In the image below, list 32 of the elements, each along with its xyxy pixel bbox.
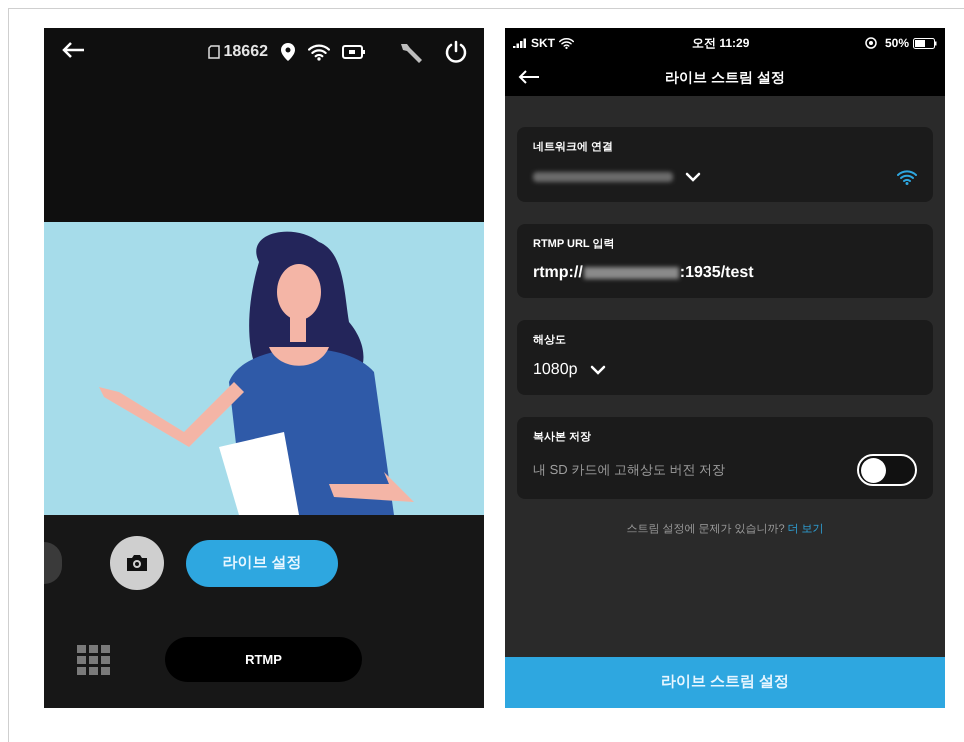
camera-button[interactable] bbox=[110, 536, 164, 590]
toggle-switch[interactable] bbox=[857, 454, 917, 486]
more-link[interactable]: 더 보기 bbox=[788, 523, 824, 535]
carrier-name: SKT bbox=[531, 35, 555, 52]
rtmp-url-field[interactable]: rtmp:// :1935/test bbox=[533, 260, 917, 286]
battery-icon bbox=[913, 38, 937, 48]
toggle-description: 내 SD 카드에 고해상도 버전 저장 bbox=[533, 461, 726, 480]
location-pin-icon bbox=[280, 42, 296, 62]
field-label: 네트워크에 연결 bbox=[533, 140, 614, 155]
resolution-dropdown[interactable]: 1080p bbox=[533, 356, 917, 382]
field-label: 해상도 bbox=[533, 333, 567, 348]
help-text: 스트림 설정에 문제가 있습니까? 더 보기 bbox=[625, 522, 825, 537]
sd-card-icon bbox=[208, 45, 220, 59]
battery-percent: 50% bbox=[884, 35, 909, 52]
wifi-connected-icon bbox=[897, 168, 917, 184]
grid-icon[interactable] bbox=[77, 644, 110, 674]
back-arrow-icon[interactable] bbox=[517, 69, 541, 85]
signal-icon bbox=[513, 38, 527, 48]
back-arrow-icon[interactable] bbox=[60, 40, 86, 60]
status-wifi-icon bbox=[559, 37, 574, 49]
status-time: 오전 11:29 bbox=[692, 35, 750, 52]
storage-count: 18662 bbox=[224, 42, 268, 62]
rtmp-button[interactable]: RTMP bbox=[165, 637, 362, 682]
power-icon[interactable] bbox=[444, 40, 468, 64]
field-label: RTMP URL 입력 bbox=[533, 236, 616, 252]
camera-icon bbox=[125, 553, 149, 573]
chevron-down-icon[interactable] bbox=[685, 172, 701, 182]
wifi-icon bbox=[308, 43, 330, 61]
field-label: 복사본 저장 bbox=[533, 430, 592, 444]
resolution-chevron-icon[interactable] bbox=[590, 364, 606, 374]
screen-title: 라이브 스트림 설정 bbox=[665, 68, 785, 86]
battery-icon bbox=[342, 44, 366, 60]
